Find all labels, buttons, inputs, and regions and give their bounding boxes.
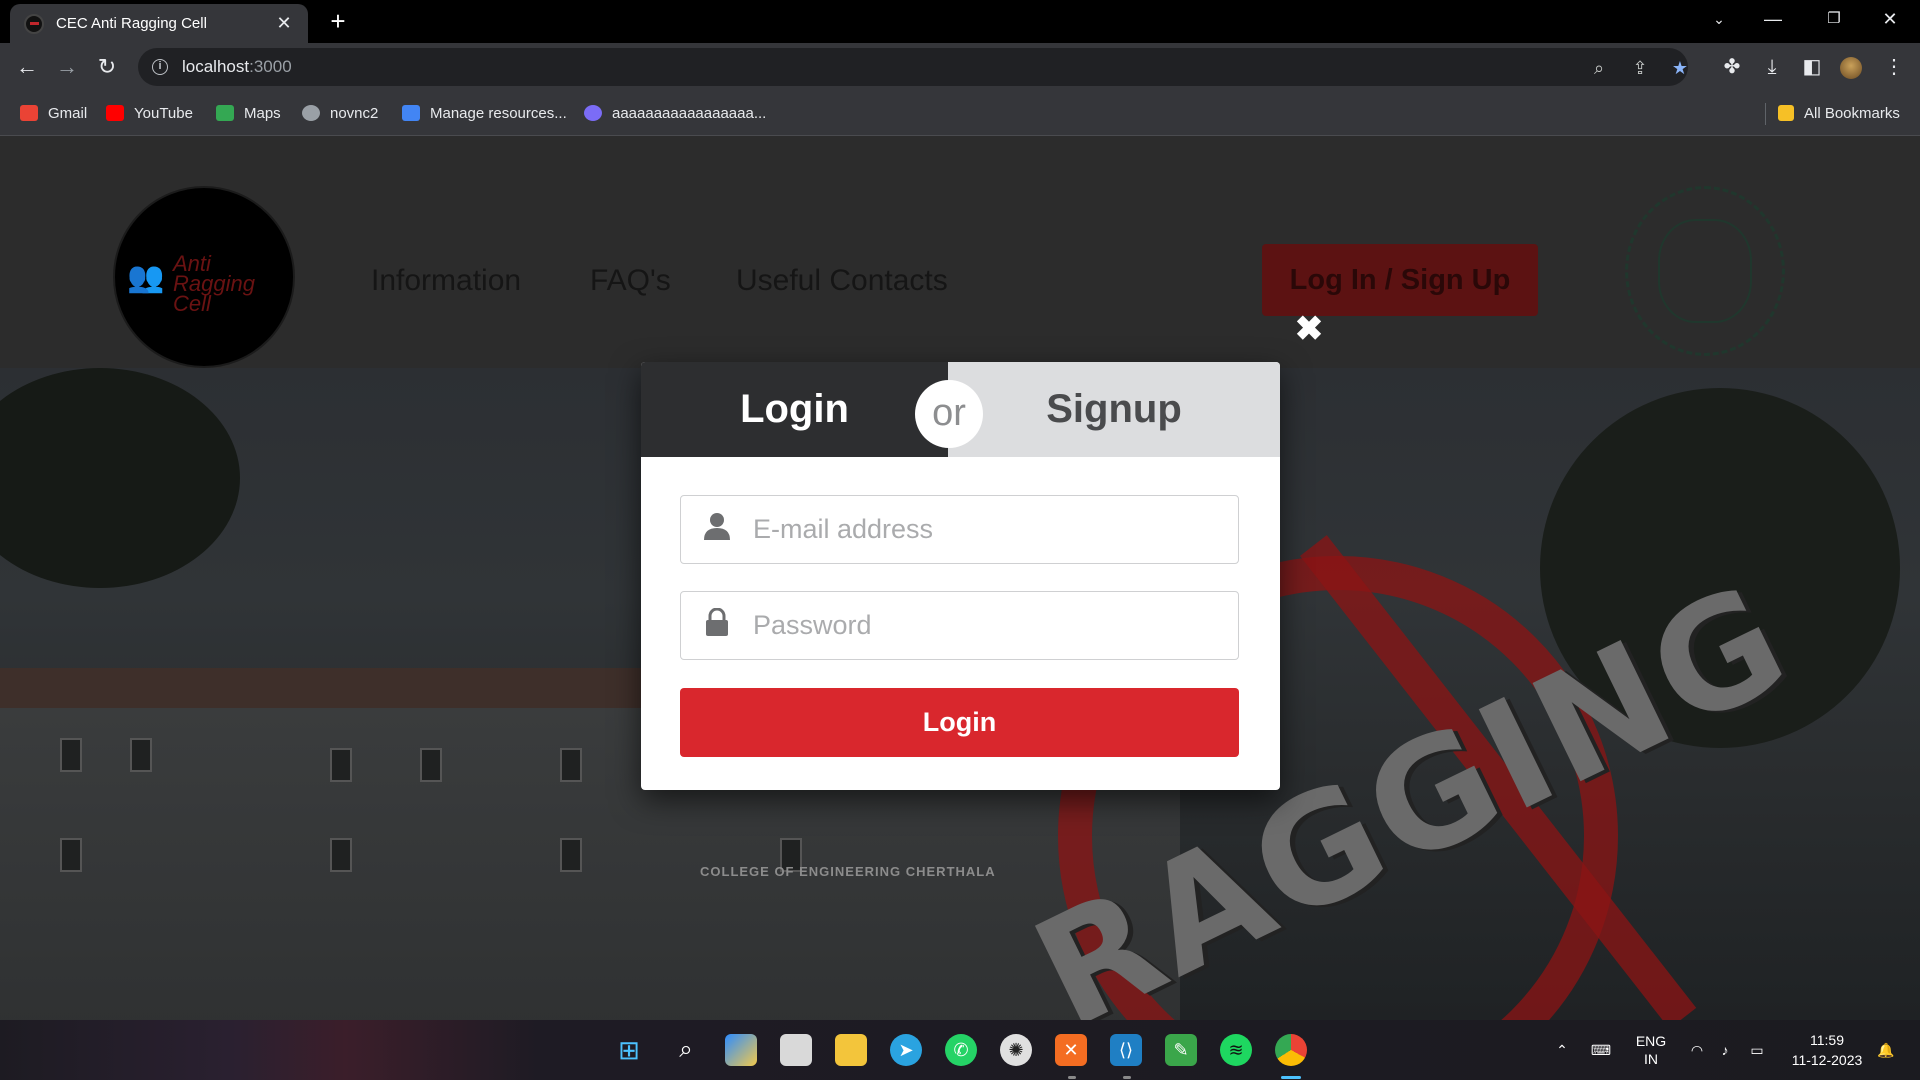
minimize-button[interactable]: — bbox=[1746, 0, 1800, 40]
close-tab-icon[interactable]: ✕ bbox=[274, 13, 294, 34]
mastodon-icon bbox=[584, 105, 602, 121]
share-icon[interactable]: ⇪ bbox=[1629, 57, 1651, 79]
browser-tab[interactable]: CEC Anti Ragging Cell ✕ bbox=[10, 4, 308, 43]
password-input[interactable] bbox=[753, 610, 1223, 641]
chatgpt-icon[interactable]: ✺ bbox=[1000, 1034, 1032, 1066]
bookmark-novnc2[interactable]: novnc2 bbox=[302, 91, 378, 135]
email-input[interactable] bbox=[753, 514, 1223, 545]
copilot-icon[interactable] bbox=[725, 1034, 757, 1066]
all-bookmarks[interactable]: All Bookmarks bbox=[1778, 91, 1900, 135]
chrome-icon[interactable] bbox=[1275, 1034, 1307, 1066]
back-button[interactable]: ← bbox=[11, 51, 43, 83]
bookmark-manage-resources[interactable]: Manage resources... bbox=[402, 91, 567, 135]
auth-modal: Login Signup or Login bbox=[641, 362, 1280, 790]
search-icon[interactable]: ⌕ bbox=[670, 1034, 702, 1066]
start-icon[interactable]: ⊞ bbox=[613, 1034, 645, 1066]
taskbar: ⊞ ⌕ ➤ ✆ ✺ ✕ ⟨⟩ ✎ ≋ ⌃ ⌨ ENG IN ◠ ♪ ▭ 11:5… bbox=[0, 1020, 1920, 1080]
url-text: localhost:3000 bbox=[182, 57, 292, 76]
volume-icon[interactable]: ♪ bbox=[1712, 1020, 1738, 1080]
downloads-icon[interactable]: ⤓ bbox=[1756, 51, 1788, 83]
web-page: COLLEGE OF ENGINEERING CHERTHALA RAGGING… bbox=[0, 136, 1920, 1020]
xampp-icon[interactable]: ✕ bbox=[1055, 1034, 1087, 1066]
editor-icon[interactable]: ✎ bbox=[1165, 1034, 1197, 1066]
site-info-icon[interactable]: i bbox=[152, 59, 168, 75]
side-panel-icon[interactable]: ◧ bbox=[1796, 51, 1828, 83]
browser-toolbar: ← → ↻ i localhost:3000 ⌕ ⇪ ★ ✤ ⤓ ◧ ⋮ bbox=[0, 43, 1920, 91]
globe-icon bbox=[302, 105, 320, 121]
password-field[interactable] bbox=[680, 591, 1239, 660]
email-field[interactable] bbox=[680, 495, 1239, 564]
tab-search-icon[interactable]: ⌄ bbox=[1692, 0, 1746, 40]
language-indicator[interactable]: ENG IN bbox=[1628, 1020, 1674, 1080]
telegram-icon[interactable]: ➤ bbox=[890, 1034, 922, 1066]
vscode-running-indicator bbox=[1123, 1076, 1131, 1079]
tab-title: CEC Anti Ragging Cell bbox=[56, 15, 207, 32]
bookmark-aaaa[interactable]: aaaaaaaaaaaaaaaaa... bbox=[584, 91, 766, 135]
chrome-active-indicator bbox=[1281, 1076, 1301, 1079]
close-window-button[interactable]: ✕ bbox=[1863, 0, 1917, 40]
lock-icon bbox=[681, 607, 753, 643]
file-explorer-icon[interactable] bbox=[835, 1034, 867, 1066]
maps-icon bbox=[216, 105, 234, 121]
keyboard-icon[interactable]: ⌨ bbox=[1588, 1020, 1614, 1080]
tab-strip: CEC Anti Ragging Cell ✕ + ⌄ — ❐ ✕ bbox=[0, 0, 1920, 43]
xampp-running-indicator bbox=[1068, 1076, 1076, 1079]
bookmarks-bar: Gmail YouTube Maps novnc2 Manage resourc… bbox=[0, 91, 1920, 136]
bookmark-gmail[interactable]: Gmail bbox=[20, 91, 87, 135]
tab-signup[interactable]: Signup bbox=[948, 362, 1280, 457]
wifi-icon[interactable]: ◠ bbox=[1684, 1020, 1710, 1080]
restore-button[interactable]: ❐ bbox=[1807, 0, 1861, 40]
folder-icon bbox=[1778, 105, 1794, 121]
menu-kebab-icon[interactable]: ⋮ bbox=[1878, 51, 1910, 83]
resources-icon bbox=[402, 105, 420, 121]
bookmark-star-icon[interactable]: ★ bbox=[1669, 57, 1691, 79]
spotify-icon[interactable]: ≋ bbox=[1220, 1034, 1252, 1066]
gmail-icon bbox=[20, 105, 38, 121]
address-bar[interactable]: i localhost:3000 ⌕ ⇪ ★ bbox=[138, 48, 1688, 86]
close-icon[interactable]: ✖ bbox=[1294, 312, 1324, 346]
bookmark-youtube[interactable]: YouTube bbox=[106, 91, 193, 135]
forward-button[interactable]: → bbox=[51, 51, 83, 83]
or-divider: or bbox=[915, 380, 983, 448]
user-icon bbox=[681, 512, 753, 547]
zoom-icon[interactable]: ⌕ bbox=[1588, 57, 1610, 79]
whatsapp-icon[interactable]: ✆ bbox=[945, 1034, 977, 1066]
site-favicon-icon bbox=[24, 13, 44, 34]
notification-bell-icon[interactable]: 🔔 bbox=[1874, 1020, 1898, 1080]
bookmark-maps[interactable]: Maps bbox=[216, 91, 281, 135]
youtube-icon bbox=[106, 105, 124, 121]
clock[interactable]: 11:59 11-12-2023 bbox=[1782, 1020, 1872, 1080]
tab-login[interactable]: Login bbox=[641, 362, 948, 457]
bookmarks-separator bbox=[1765, 103, 1766, 125]
login-submit-button[interactable]: Login bbox=[680, 688, 1239, 757]
vscode-icon[interactable]: ⟨⟩ bbox=[1110, 1034, 1142, 1066]
tray-overflow-icon[interactable]: ⌃ bbox=[1550, 1020, 1574, 1080]
reload-button[interactable]: ↻ bbox=[91, 51, 123, 83]
battery-icon[interactable]: ▭ bbox=[1742, 1020, 1772, 1080]
task-view-icon[interactable] bbox=[780, 1034, 812, 1066]
new-tab-button[interactable]: + bbox=[322, 6, 354, 38]
extensions-icon[interactable]: ✤ bbox=[1716, 51, 1748, 83]
profile-avatar[interactable] bbox=[1840, 57, 1862, 79]
